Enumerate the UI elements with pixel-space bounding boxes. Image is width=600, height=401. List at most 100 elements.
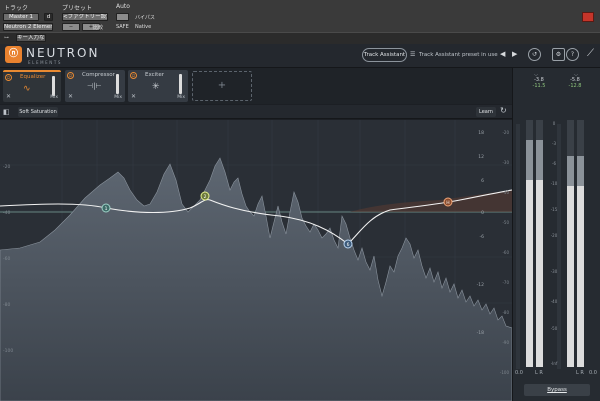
app-window: トラック プリセット Auto Master 1 d Neutron 2 Ele… bbox=[0, 0, 600, 401]
module-exciter[interactable]: ⏻ Exciter ✳ ✕ Mix bbox=[128, 70, 188, 102]
mix-label: Mix bbox=[114, 95, 122, 100]
track-label: トラック bbox=[4, 5, 29, 12]
left-scale-label: -80 bbox=[3, 302, 10, 308]
bypass-button[interactable]: Bypass bbox=[524, 384, 590, 396]
eq-node-1-label: 1 bbox=[105, 206, 108, 212]
power-icon[interactable]: ⏻ bbox=[5, 74, 12, 81]
power-icon[interactable]: ⏻ bbox=[67, 72, 74, 79]
module-equalizer[interactable]: ⏻ Equalizer ∿ ✕ Mix bbox=[3, 70, 61, 102]
bypass-label[interactable]: バイパス bbox=[135, 14, 155, 21]
exciter-icon: ✳ bbox=[152, 82, 160, 92]
compare-label[interactable]: 比較 bbox=[93, 24, 103, 31]
add-module-button[interactable]: + bbox=[192, 71, 252, 101]
eq-node-6-label: 6 bbox=[347, 242, 350, 248]
track-assistant-status: Track Assistant preset in use bbox=[419, 52, 498, 58]
meter-level bbox=[577, 186, 584, 367]
close-icon[interactable]: ✕ bbox=[131, 93, 136, 100]
eq-curve-icon: ∿ bbox=[23, 84, 31, 94]
hf-shelf-fill bbox=[350, 190, 512, 212]
key-input-bar: ⊶ キー入力なし bbox=[0, 32, 600, 44]
auto-label: Auto bbox=[116, 3, 130, 10]
track-assistant-button[interactable]: Track Assistant bbox=[362, 48, 407, 62]
compressor-icon: ⊣|⊢ bbox=[87, 82, 102, 90]
track-selector[interactable]: Master 1 bbox=[3, 13, 39, 21]
preset-selector[interactable]: <ファクトリー設定> bbox=[62, 13, 108, 21]
meter-scale-label: 0 bbox=[553, 121, 556, 126]
meter-scale-label: -Inf bbox=[551, 361, 558, 366]
input-rms-readout: -11.5 bbox=[532, 83, 546, 89]
insert-selector[interactable]: Neutron 2 Elements bbox=[3, 23, 53, 31]
view-toggle-icon[interactable]: ◧ bbox=[3, 108, 10, 116]
meter-level bbox=[536, 180, 543, 367]
eq-graph-svg: 1 2 6 H -20 -40 -60 -80 -100 18 12 6 0 -… bbox=[0, 120, 513, 401]
db-scale-label: 0 bbox=[481, 210, 484, 216]
izotope-icon[interactable]: ⟋ bbox=[584, 48, 597, 61]
right-scale-label: -20 bbox=[502, 130, 509, 135]
power-icon[interactable]: ⏻ bbox=[130, 72, 137, 79]
right-scale-label: -90 bbox=[502, 340, 509, 345]
settings-icon[interactable]: ⚙ bbox=[552, 48, 565, 61]
module-label: Equalizer bbox=[20, 74, 46, 80]
meter-scale-label: -20 bbox=[551, 233, 558, 238]
eq-node-2-label: 2 bbox=[204, 194, 207, 200]
input-fader-track bbox=[516, 124, 520, 369]
close-icon[interactable]: ✕ bbox=[68, 93, 73, 100]
meter-scale-label: -6 bbox=[552, 161, 556, 166]
left-scale-label: -40 bbox=[3, 210, 10, 216]
eq-graph[interactable]: 1 2 6 H -20 -40 -60 -80 -100 18 12 6 0 -… bbox=[0, 120, 513, 401]
mix-slider[interactable] bbox=[179, 74, 182, 94]
meter-scale-label: -50 bbox=[551, 326, 558, 331]
minus-button[interactable]: − bbox=[62, 23, 80, 31]
module-label: Exciter bbox=[145, 72, 164, 78]
meter-scale-label: -30 bbox=[551, 269, 558, 274]
eq-node-h-label: H bbox=[446, 200, 449, 206]
track-letter[interactable]: d bbox=[44, 13, 53, 21]
key-input-selector[interactable]: キー入力なし bbox=[16, 34, 46, 42]
meter-panel: ⌵ ⌵ 0 -3 -6 -10 -15 -20 -30 -40 -50 -Inf bbox=[512, 68, 600, 401]
meter-scale-label: -15 bbox=[551, 207, 558, 212]
safe-label[interactable]: SAFE bbox=[116, 24, 129, 30]
help-icon[interactable]: ? bbox=[566, 48, 579, 61]
right-scale-label: -50 bbox=[502, 220, 509, 225]
mix-slider[interactable] bbox=[52, 76, 55, 96]
auto-button[interactable] bbox=[116, 13, 129, 21]
key-icon: ⊶ bbox=[4, 35, 9, 41]
meter-scale-label: -10 bbox=[551, 181, 558, 186]
prev-preset-icon[interactable]: ◀ bbox=[500, 50, 505, 58]
history-icon[interactable]: ↺ bbox=[528, 48, 541, 61]
module-compressor[interactable]: ⏻ Compressor ⊣|⊢ ✕ Mix bbox=[65, 70, 125, 102]
db-scale-label: 18 bbox=[478, 130, 484, 136]
meter-svg: ⌵ ⌵ 0 -3 -6 -10 -15 -20 -30 -40 -50 -Inf bbox=[516, 72, 584, 369]
native-label[interactable]: Native bbox=[135, 24, 151, 30]
meter-scale: 0 -3 -6 -10 -15 -20 -30 -40 -50 -Inf bbox=[551, 121, 558, 366]
meter-level bbox=[526, 180, 533, 367]
hamburger-icon[interactable]: ☰ bbox=[410, 51, 415, 58]
record-indicator bbox=[582, 12, 594, 22]
output-fader-track bbox=[557, 124, 561, 369]
learn-button[interactable]: Learn bbox=[476, 107, 496, 117]
host-toolbar: トラック プリセット Auto Master 1 d Neutron 2 Ele… bbox=[0, 0, 600, 44]
meter-scale-label: -3 bbox=[552, 141, 556, 146]
left-scale-label: -20 bbox=[3, 164, 10, 170]
output-gain-readout[interactable]: 0.0 bbox=[589, 370, 597, 376]
meter-level bbox=[567, 186, 574, 367]
plugin-subtitle: ELEMENTS bbox=[28, 60, 63, 65]
db-scale-label: -6 bbox=[480, 234, 485, 240]
output-rms-readout: -12.8 bbox=[568, 83, 582, 89]
db-scale-label: 12 bbox=[478, 154, 484, 160]
reset-icon[interactable]: ↻ bbox=[500, 106, 507, 115]
plugin-title: NEUTRON bbox=[26, 46, 100, 60]
input-gain-readout[interactable]: 0.0 bbox=[515, 370, 523, 376]
eq-toolbar bbox=[0, 105, 512, 119]
neutron-logo-icon: ⓝ bbox=[5, 46, 22, 63]
db-scale-label: 6 bbox=[481, 178, 484, 184]
mix-slider[interactable] bbox=[116, 74, 119, 94]
output-channel-label: L R bbox=[576, 370, 584, 376]
right-scale-label: -60 bbox=[502, 250, 509, 255]
right-scale-label: -80 bbox=[502, 310, 509, 315]
next-preset-icon[interactable]: ▶ bbox=[512, 50, 517, 58]
close-icon[interactable]: ✕ bbox=[6, 93, 11, 100]
meter-scale-label: -40 bbox=[551, 299, 558, 304]
module-preset-selector[interactable]: Soft Saturation bbox=[18, 107, 58, 117]
right-scale-label: -70 bbox=[502, 280, 509, 285]
